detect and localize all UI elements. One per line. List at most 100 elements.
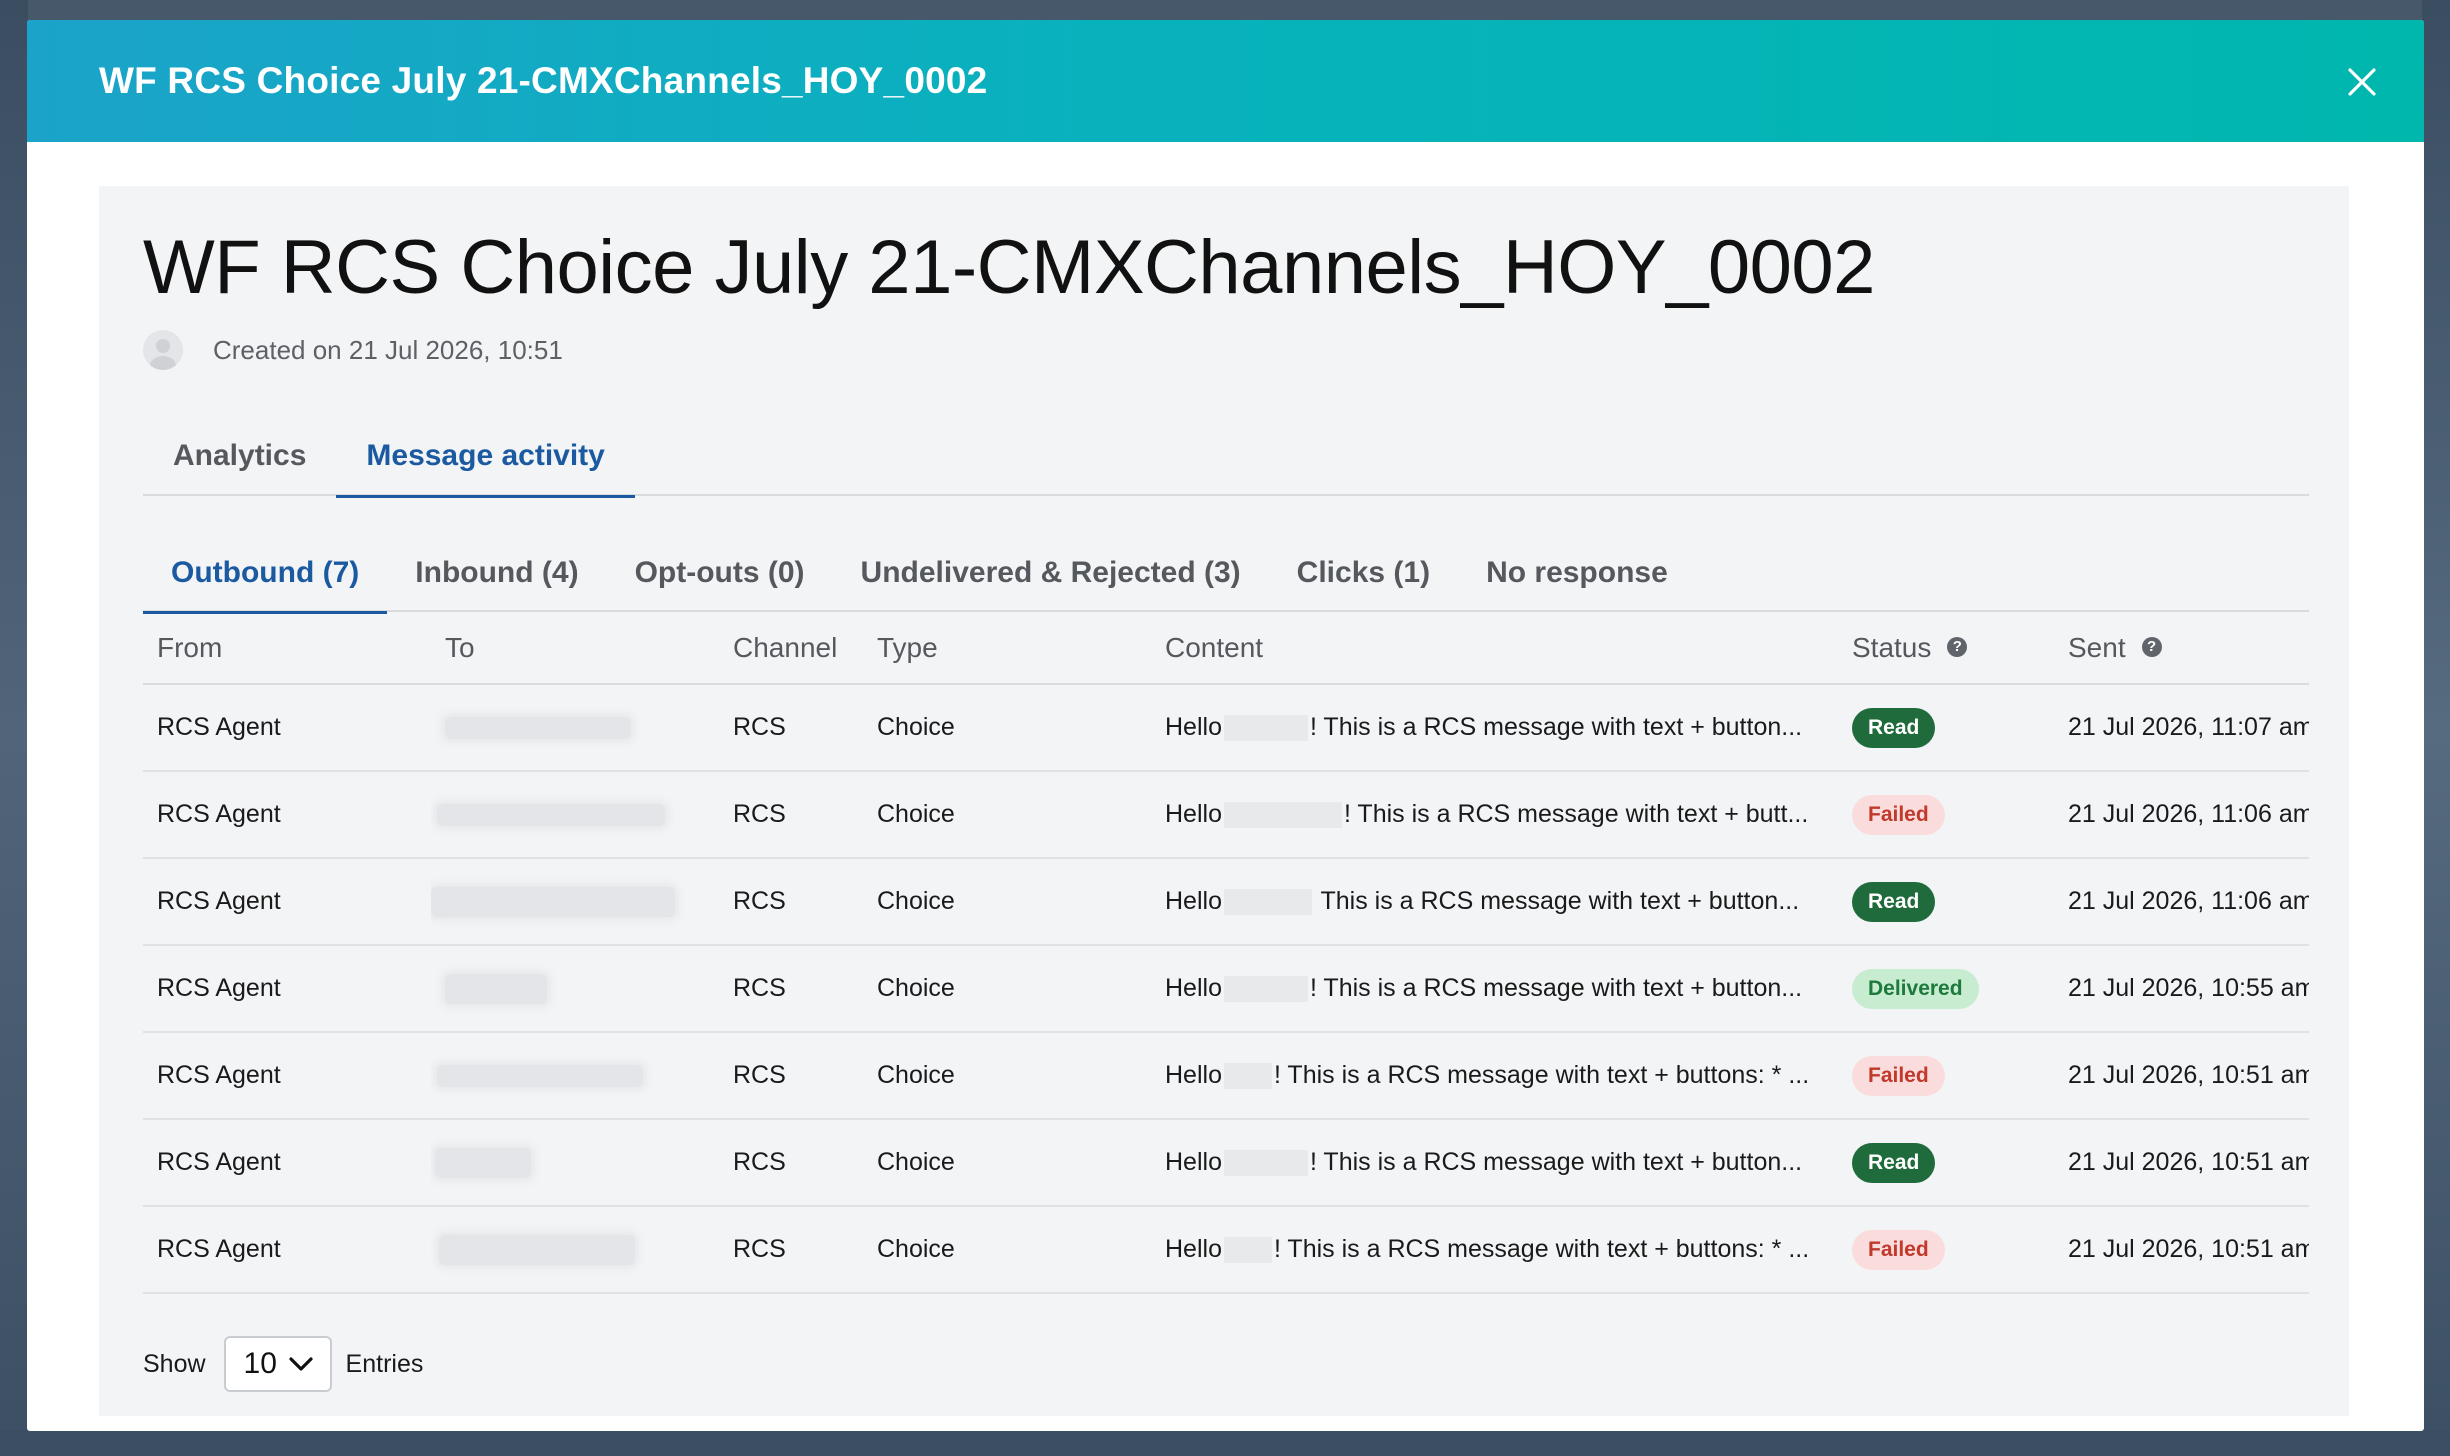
cell-channel: RCS	[719, 858, 863, 946]
column-header-type[interactable]: Type	[863, 612, 1151, 685]
sent-header-label: Sent	[2068, 631, 2126, 663]
tab-message-activity[interactable]: Message activity	[336, 434, 636, 498]
content-suffix: ! This is a RCS message with text + butt…	[1273, 1061, 1810, 1089]
cell-to	[431, 858, 719, 946]
table-row[interactable]: RCS Agent RCS Choice Hello ! This is a RC…	[143, 1032, 2309, 1120]
cell-type: Choice	[863, 771, 1151, 859]
column-header-from[interactable]: From	[143, 612, 431, 685]
help-icon[interactable]: ?	[1947, 637, 1968, 658]
cell-status: Delivered	[1838, 945, 2054, 1033]
cell-channel: RCS	[719, 771, 863, 859]
cell-channel: RCS	[719, 945, 863, 1033]
redacted-recipient	[437, 804, 665, 827]
activity-sub-tabs: Outbound (7) Inbound (4) Opt-outs (0) Un…	[143, 552, 2309, 614]
cell-type: Choice	[863, 858, 1151, 946]
table-row[interactable]: RCS Agent RCS Choice Hello ! This is a RC…	[143, 1119, 2309, 1207]
cell-status: Read	[1838, 684, 2054, 772]
column-header-channel[interactable]: Channel	[719, 612, 863, 685]
cell-status: Failed	[1838, 1032, 2054, 1120]
column-header-content[interactable]: Content	[1151, 612, 1838, 685]
status-badge: Failed	[1852, 1055, 1945, 1096]
cell-content[interactable]: Hello ! This is a RCS message with text +…	[1151, 1119, 1838, 1207]
cell-channel: RCS	[719, 684, 863, 772]
content-prefix: Hello	[1165, 887, 1222, 915]
modal-title: WF RCS Choice July 21-CMXChannels_HOY_00…	[99, 60, 988, 101]
cell-sent: 21 Jul 2026, 10:51 am	[2054, 1119, 2309, 1207]
content-prefix: Hello	[1165, 1148, 1222, 1176]
redacted-name	[1223, 1063, 1272, 1090]
outbound-messages-table: From To Channel Type Content Status? Sen…	[143, 612, 2309, 1294]
cell-type: Choice	[863, 945, 1151, 1033]
cell-content[interactable]: Hello ! This is a RCS message with text +…	[1151, 1206, 1838, 1294]
cell-sent: 21 Jul 2026, 10:51 am	[2054, 1032, 2309, 1120]
tab-inbound[interactable]: Inbound (4)	[387, 552, 606, 612]
cell-to	[431, 1032, 719, 1120]
cell-to	[431, 1119, 719, 1207]
status-badge: Failed	[1852, 1229, 1945, 1270]
table-row[interactable]: RCS Agent RCS Choice Hello ! This is a RC…	[143, 771, 2309, 859]
show-label: Show	[143, 1349, 206, 1378]
column-header-status[interactable]: Status?	[1838, 612, 2054, 685]
cell-sent: 21 Jul 2026, 11:07 am	[2054, 684, 2309, 772]
cell-from: RCS Agent	[143, 771, 431, 859]
tab-analytics[interactable]: Analytics	[143, 434, 336, 496]
content-suffix: This is a RCS message with text + button…	[1313, 887, 1800, 915]
user-avatar-icon	[143, 330, 183, 370]
cell-sent: 21 Jul 2026, 10:55 am	[2054, 945, 2309, 1033]
cell-to	[431, 771, 719, 859]
cell-status: Read	[1838, 1119, 2054, 1207]
close-button[interactable]	[2342, 62, 2382, 102]
main-tabs: Analytics Message activity	[143, 434, 2309, 498]
cell-content[interactable]: Hello ! This is a RCS message with text +…	[1151, 1032, 1838, 1120]
created-date: Created on 21 Jul 2026, 10:51	[213, 334, 563, 365]
backdrop-right	[2422, 0, 2450, 1456]
cell-type: Choice	[863, 684, 1151, 772]
content-suffix: ! This is a RCS message with text + butt…	[1273, 1235, 1810, 1263]
table-row[interactable]: RCS Agent RCS Choice Hello ! This is a RC…	[143, 684, 2309, 772]
tab-outbound[interactable]: Outbound (7)	[143, 552, 388, 614]
column-header-to[interactable]: To	[431, 612, 719, 685]
cell-to	[431, 945, 719, 1033]
redacted-recipient	[435, 1147, 531, 1178]
cell-status: Failed	[1838, 1206, 2054, 1294]
cell-type: Choice	[863, 1032, 1151, 1120]
tab-clicks[interactable]: Clicks (1)	[1269, 552, 1458, 612]
status-badge: Read	[1852, 707, 1936, 748]
redacted-recipient	[431, 886, 675, 917]
content-prefix: Hello	[1165, 800, 1222, 828]
content-suffix: ! This is a RCS message with text + butt…	[1309, 974, 1803, 1002]
redacted-recipient	[445, 973, 547, 1004]
cell-sent: 21 Jul 2026, 11:06 am	[2054, 771, 2309, 859]
tab-opt-outs[interactable]: Opt-outs (0)	[607, 552, 833, 612]
cell-from: RCS Agent	[143, 1206, 431, 1294]
cell-from: RCS Agent	[143, 945, 431, 1033]
column-header-sent[interactable]: Sent?	[2054, 612, 2309, 685]
redacted-name	[1223, 802, 1342, 829]
cell-content[interactable]: Hello ! This is a RCS message with text +…	[1151, 771, 1838, 859]
status-badge: Read	[1852, 1142, 1936, 1183]
cell-content[interactable]: Hello This is a RCS message with text + …	[1151, 858, 1838, 946]
table-header-row: From To Channel Type Content Status? Sen…	[143, 612, 2309, 685]
status-badge: Delivered	[1852, 968, 1979, 1009]
cell-content[interactable]: Hello ! This is a RCS message with text +…	[1151, 684, 1838, 772]
status-header-label: Status	[1852, 631, 1932, 663]
cell-content[interactable]: Hello ! This is a RCS message with text +…	[1151, 945, 1838, 1033]
content-suffix: ! This is a RCS message with text + butt…	[1309, 1148, 1803, 1176]
cell-from: RCS Agent	[143, 684, 431, 772]
table-row[interactable]: RCS Agent RCS Choice Hello ! This is a RC…	[143, 1206, 2309, 1294]
tab-undelivered-rejected[interactable]: Undelivered & Rejected (3)	[833, 552, 1269, 612]
redacted-recipient	[437, 1065, 643, 1088]
tab-no-response[interactable]: No response	[1458, 552, 1696, 612]
help-icon[interactable]: ?	[2141, 637, 2162, 658]
backdrop-left	[0, 0, 28, 1456]
modal-header: WF RCS Choice July 21-CMXChannels_HOY_00…	[27, 20, 2424, 142]
redacted-name	[1223, 889, 1312, 916]
table-row[interactable]: RCS Agent RCS Choice Hello ! This is a RC…	[143, 945, 2309, 1033]
cell-sent: 21 Jul 2026, 10:51 am	[2054, 1206, 2309, 1294]
cell-from: RCS Agent	[143, 858, 431, 946]
table-row[interactable]: RCS Agent RCS Choice Hello This is a RCS…	[143, 858, 2309, 946]
cell-to	[431, 684, 719, 772]
cell-channel: RCS	[719, 1206, 863, 1294]
page-size-value: 10	[243, 1347, 277, 1380]
page-size-select[interactable]: 10	[223, 1336, 332, 1392]
